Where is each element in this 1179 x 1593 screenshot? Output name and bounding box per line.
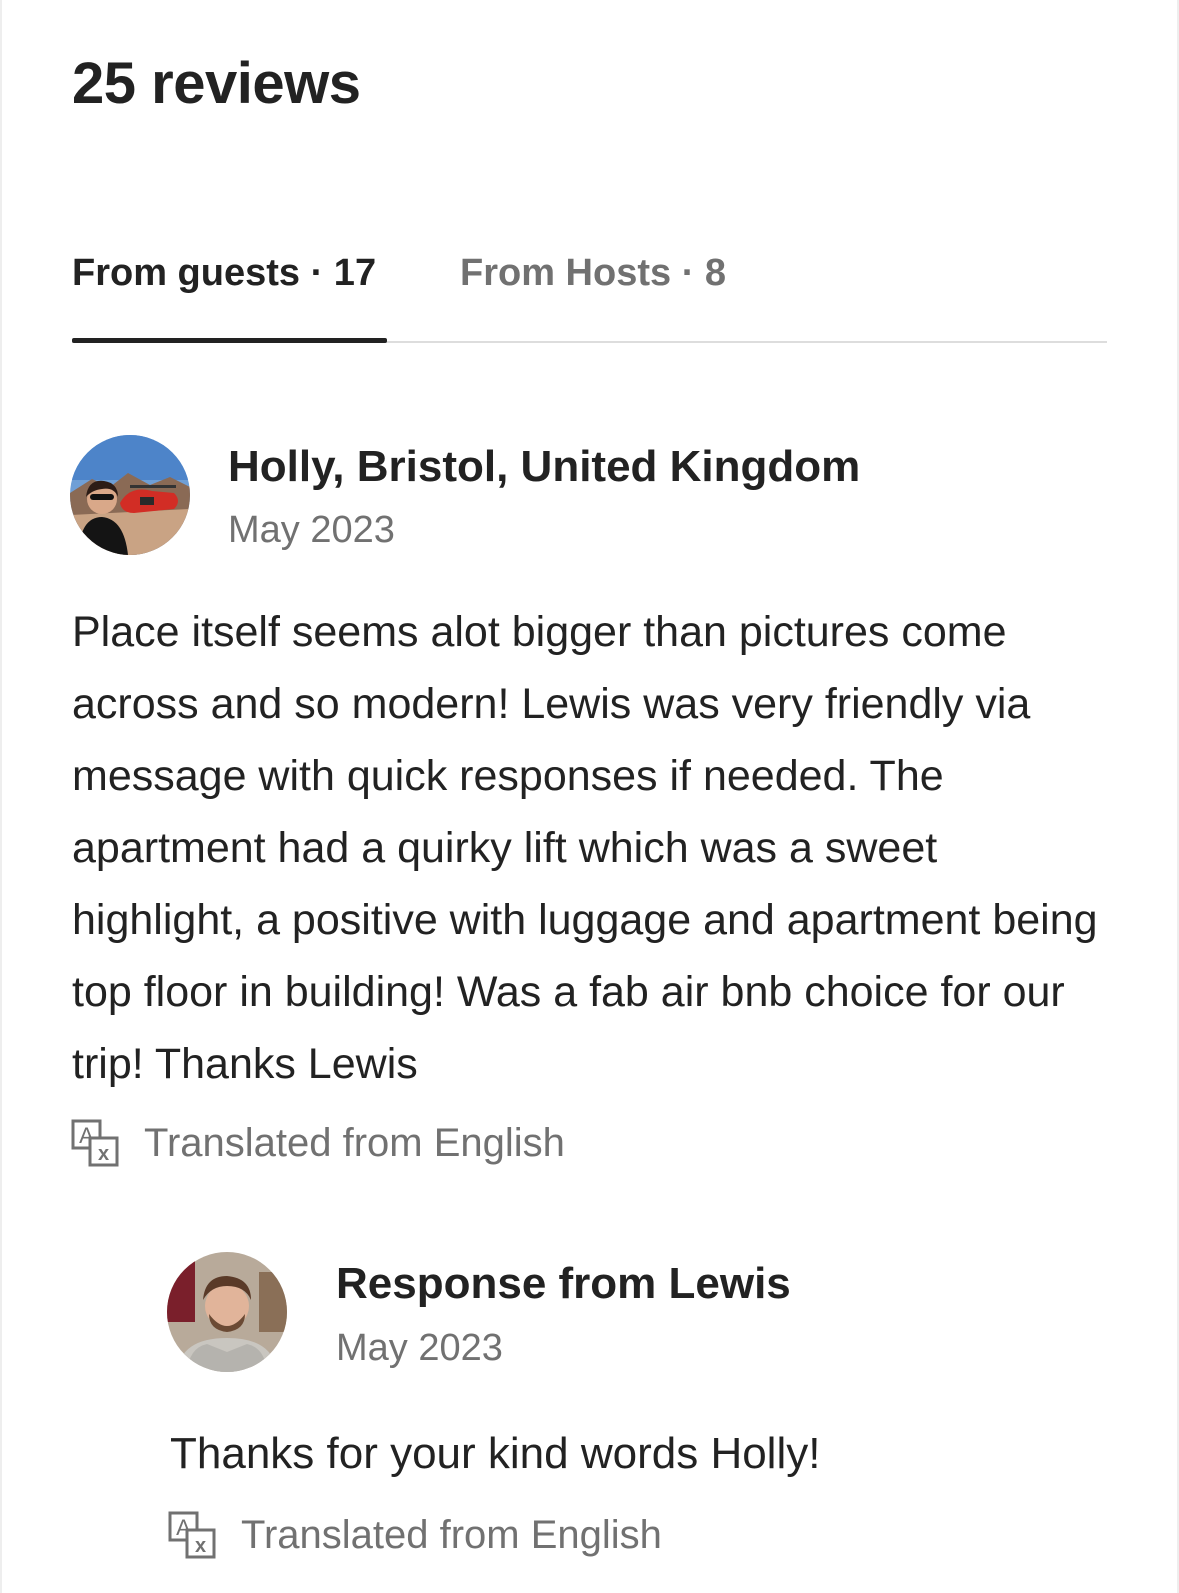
host-avatar[interactable]: [167, 1252, 287, 1372]
guest-photo-avatar: [70, 435, 190, 555]
tab-from-hosts[interactable]: From Hosts · 8: [460, 250, 726, 296]
translate-icon: A x: [71, 1119, 119, 1167]
translated-label: Translated from English: [144, 1120, 565, 1165]
guest-avatar[interactable]: [70, 435, 190, 555]
tab-from-guests[interactable]: From guests · 17: [72, 250, 376, 296]
guest-name[interactable]: Holly, Bristol, United Kingdom: [228, 441, 860, 493]
left-edge-border: [0, 0, 2, 1593]
host-photo-avatar: [167, 1252, 287, 1372]
active-tab-indicator: [72, 338, 387, 343]
response-text: Thanks for your kind words Holly!: [170, 1429, 821, 1478]
reviews-title: 25 reviews: [72, 51, 361, 116]
review-text: Place itself seems alot bigger than pict…: [72, 608, 1098, 1088]
response-title: Response from Lewis: [336, 1259, 791, 1308]
response-translation-note: A x Translated from English: [167, 1510, 662, 1560]
response-date: May 2023: [336, 1327, 503, 1369]
review-date: May 2023: [228, 509, 395, 551]
review-translation-note: A x Translated from English: [70, 1118, 565, 1168]
translated-label: Translated from English: [241, 1512, 662, 1557]
translate-icon: A x: [168, 1511, 216, 1559]
svg-text:x: x: [98, 1143, 109, 1165]
reviews-tabs: From guests · 17 From Hosts · 8: [72, 250, 1107, 350]
svg-text:x: x: [195, 1535, 206, 1557]
